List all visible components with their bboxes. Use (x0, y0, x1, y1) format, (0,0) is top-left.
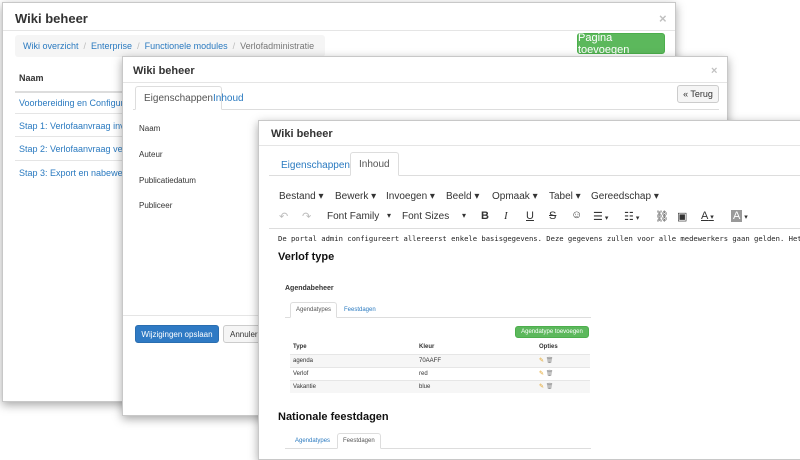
tab-feestdagen-bottom[interactable]: Feestdagen (337, 433, 381, 449)
menu-bewerk[interactable]: Bewerk ▾ (335, 191, 376, 202)
bullet-list-icon[interactable]: ☰ ▾ (593, 210, 608, 223)
add-page-button[interactable]: Pagina toevoegen (577, 32, 665, 56)
tab-inhoud[interactable]: Inhoud (350, 152, 399, 176)
table-row: agenda 70AAFF ✎ 🗑 (290, 353, 590, 367)
delete-icon[interactable]: 🗑 (546, 371, 554, 377)
breadcrumb-enterprise[interactable]: Enterprise (91, 41, 132, 51)
redo-icon[interactable]: ↷ (302, 210, 311, 223)
menu-tabel[interactable]: Tabel ▾ (549, 191, 581, 202)
breadcrumb-separator: / (232, 41, 236, 51)
italic-icon[interactable]: I (504, 210, 508, 222)
table-row[interactable]: Stap 1: Verlofaanvraag inv (19, 121, 125, 131)
color-cell: red (416, 366, 536, 380)
field-label-publiceer: Publiceer (139, 201, 173, 210)
window-title: Wiki beheer (133, 65, 195, 77)
add-agenda-type-button[interactable]: Agendatype toevoegen (515, 326, 589, 338)
tab-feestdagen[interactable]: Feestdagen (339, 302, 381, 318)
row-divider (15, 160, 135, 161)
edit-icon[interactable]: ✎ (539, 384, 544, 390)
table-header-name: Naam (19, 73, 44, 83)
field-label-naam: Naam (139, 124, 161, 133)
edit-icon[interactable]: ✎ (539, 371, 544, 377)
divider (259, 145, 800, 146)
menu-bestand[interactable]: Bestand ▾ (279, 191, 324, 202)
tab-agendatypes-bottom[interactable]: Agendatypes (290, 433, 335, 449)
row-divider (15, 113, 135, 114)
field-label-publicatiedatum: Publicatiedatum (139, 176, 196, 185)
table-header-options: Opties (539, 344, 558, 351)
divider (3, 30, 675, 31)
editor-toolbar: ↶ ↷ Font Family ▾ Font Sizes ▾ B I U S ☺… (269, 207, 800, 227)
breadcrumb-current: Verlofadministratie (240, 41, 315, 51)
edit-icon[interactable]: ✎ (539, 358, 544, 364)
agenda-types-table: Type Kleur Opties agenda 70AAFF ✎ 🗑 Verl… (290, 341, 590, 393)
color-cell: 70AAFF (416, 353, 536, 367)
row-divider (15, 136, 135, 137)
font-family-select[interactable]: Font Family ▾ (327, 211, 395, 222)
table-row: Verlof red ✎ 🗑 (290, 366, 590, 380)
window-title: Wiki beheer (271, 128, 333, 140)
menu-gereedschap[interactable]: Gereedschap ▾ (591, 191, 659, 202)
undo-icon[interactable]: ↶ (279, 210, 288, 223)
delete-icon[interactable]: 🗑 (546, 384, 554, 390)
breadcrumb-separator: / (83, 41, 87, 51)
background-color-icon[interactable]: A ▾ (731, 210, 748, 222)
strikethrough-icon[interactable]: S (549, 210, 556, 222)
emoticon-icon[interactable]: ☺ (571, 209, 582, 221)
tab-agendatypes[interactable]: Agendatypes (290, 302, 338, 318)
close-icon[interactable]: × (711, 65, 717, 77)
window-title: Wiki beheer (15, 11, 88, 26)
editor-intro-text: De portal admin configureert allereerst … (278, 234, 800, 243)
numbered-list-icon[interactable]: ☷ ▾ (624, 210, 639, 223)
bold-icon[interactable]: B (481, 210, 489, 222)
table-row[interactable]: Stap 3: Export en nabewer (19, 168, 126, 178)
tab-eigenschappen[interactable]: Eigenschappen (273, 153, 358, 177)
color-cell: blue (416, 379, 536, 393)
field-label-auteur: Auteur (139, 150, 163, 159)
save-changes-button[interactable]: Wijzigingen opslaan (135, 325, 219, 343)
underline-icon[interactable]: U (526, 210, 534, 222)
menu-opmaak[interactable]: Opmaak ▾ (492, 191, 538, 202)
table-header-divider (15, 91, 135, 93)
table-header-color: Kleur (419, 344, 435, 351)
breadcrumb-functionele-modules[interactable]: Functionele modules (145, 41, 228, 51)
font-sizes-select[interactable]: Font Sizes ▾ (402, 211, 472, 222)
back-button[interactable]: « Terug (677, 85, 719, 103)
close-icon[interactable]: × (659, 11, 667, 26)
table-row[interactable]: Stap 2: Verlofaanvraag ver (19, 144, 126, 154)
wiki-window-front: Wiki beheer Eigenschappen Inhoud Bestand… (258, 120, 800, 460)
type-cell: Verlof (290, 366, 416, 380)
divider (123, 82, 727, 83)
agenda-title: Agendabeheer (285, 285, 334, 292)
content-divider (269, 228, 800, 229)
editor-menubar: Bestand ▾ Bewerk ▾ Invoegen ▾ Beeld ▾ Op… (269, 189, 800, 207)
table-row[interactable]: Voorbereiding en Configur (19, 98, 124, 108)
breadcrumb-wiki-overzicht[interactable]: Wiki overzicht (23, 41, 79, 51)
table-header-type: Type (293, 344, 307, 351)
breadcrumb-separator: / (137, 41, 140, 51)
heading-nationale-feestdagen: Nationale feestdagen (278, 411, 389, 423)
type-cell: agenda (290, 353, 416, 367)
type-cell: Vakantie (290, 379, 416, 393)
table-row: Vakantie blue ✎ 🗑 (290, 379, 590, 393)
tab-inhoud[interactable]: Inhoud (205, 86, 252, 110)
link-icon[interactable]: ⛓ (655, 210, 669, 223)
menu-beeld[interactable]: Beeld ▾ (446, 191, 479, 202)
breadcrumb: Wiki overzicht / Enterprise / Functionel… (15, 35, 325, 57)
delete-icon[interactable]: 🗑 (546, 358, 554, 364)
menu-invoegen[interactable]: Invoegen ▾ (386, 191, 435, 202)
image-icon[interactable]: ▣ (677, 210, 687, 223)
heading-verlof-type: Verlof type (278, 251, 335, 263)
text-color-icon[interactable]: A ▾ (701, 210, 714, 222)
